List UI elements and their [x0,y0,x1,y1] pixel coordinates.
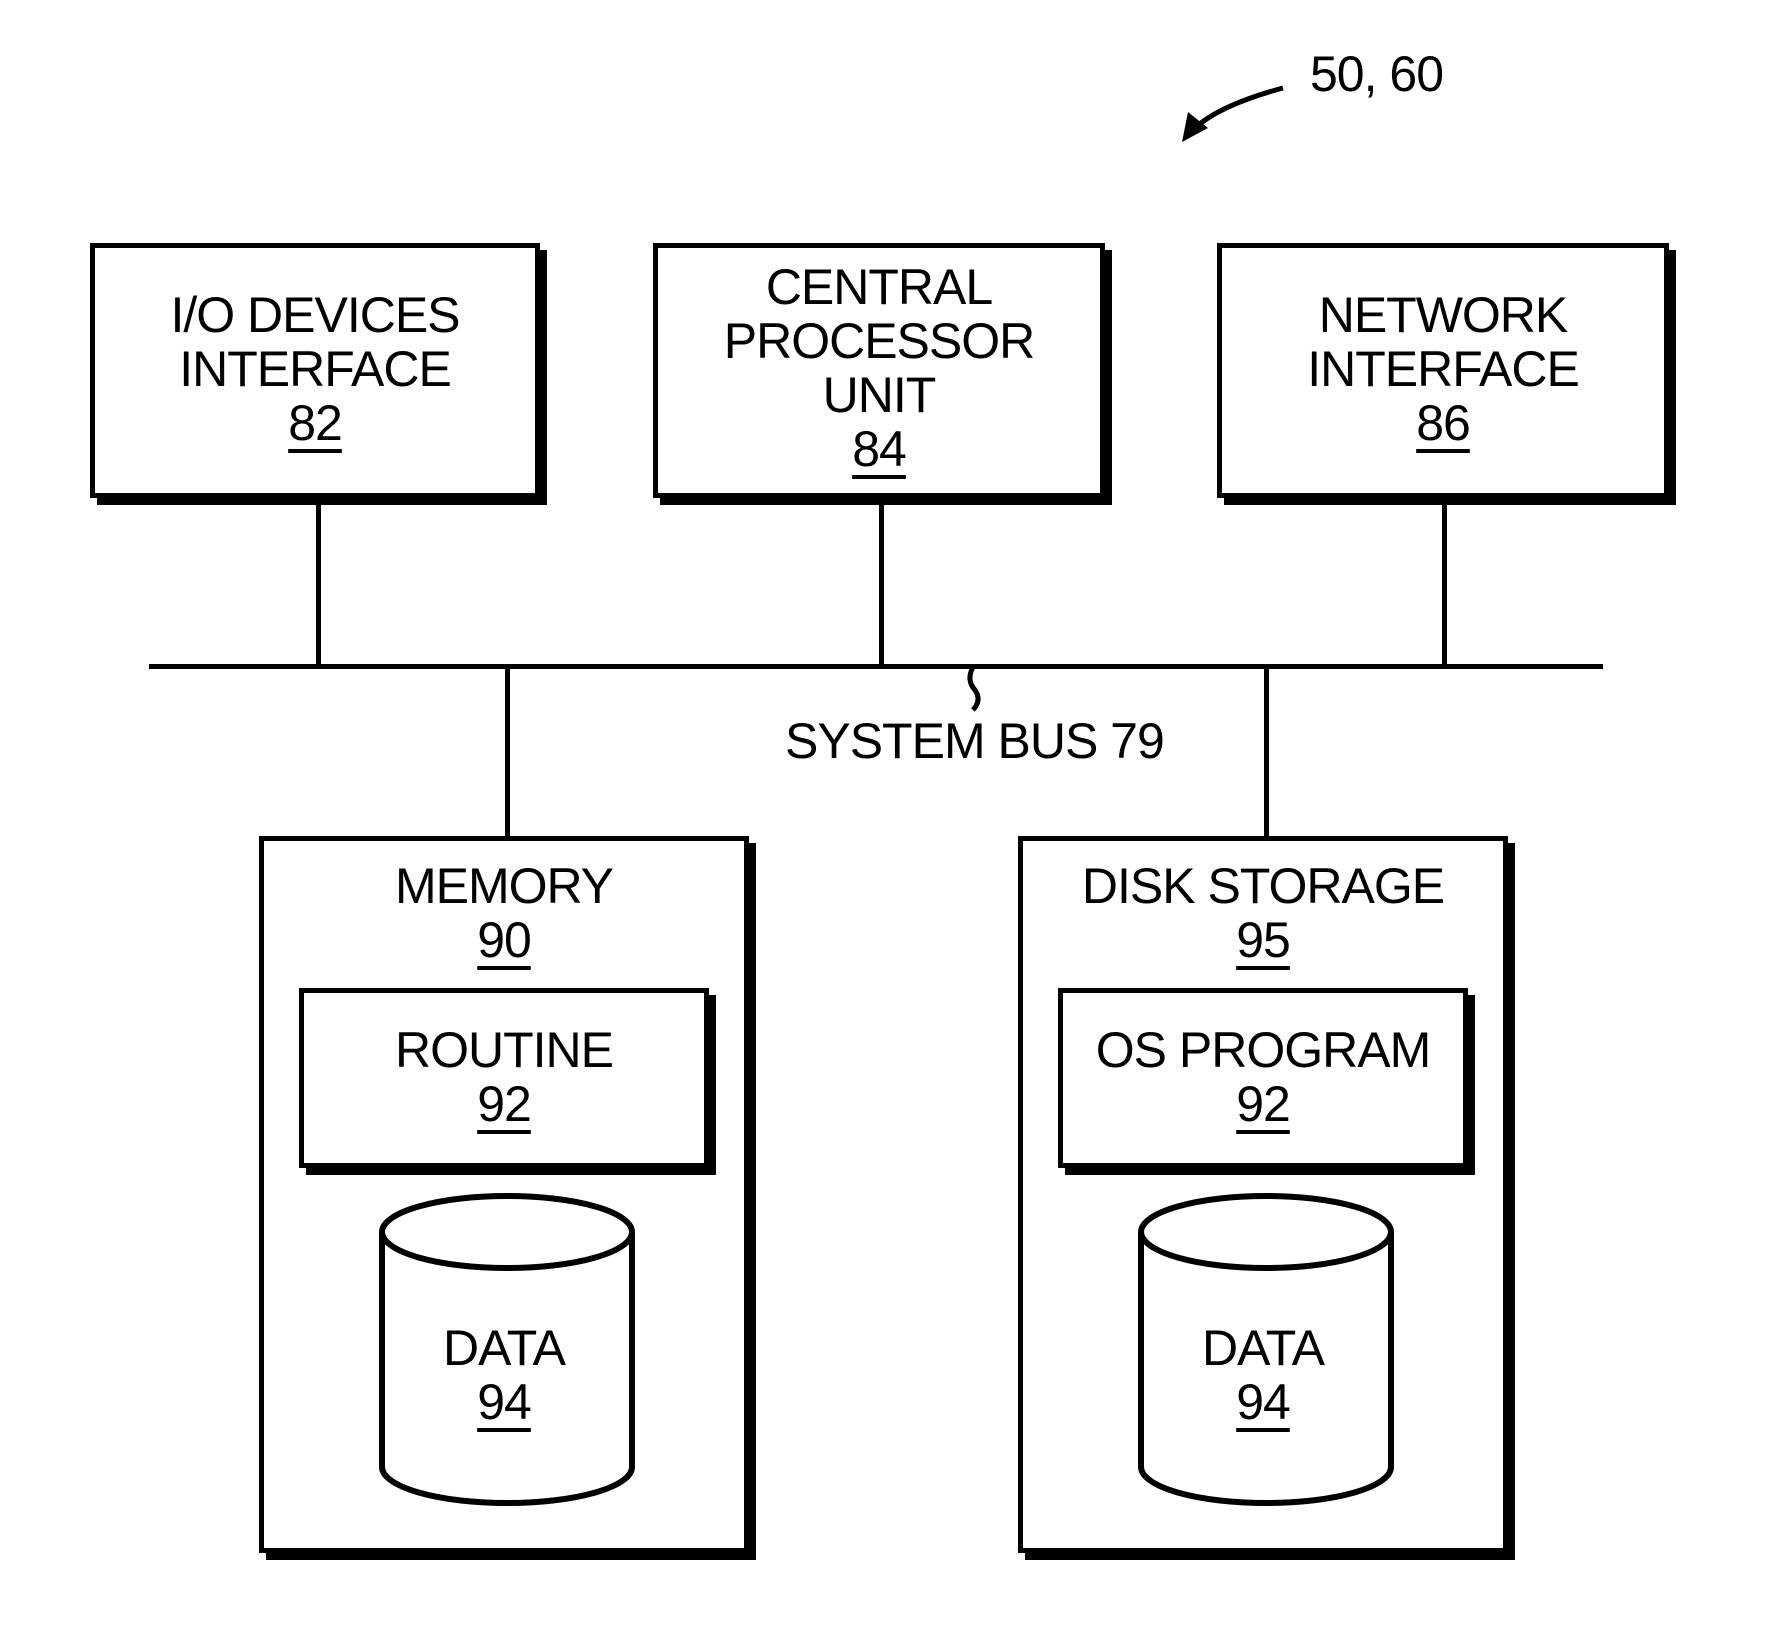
disk-bus-connector [1264,667,1269,840]
disk-data-label: DATA [1202,1320,1325,1376]
disk-storage-box: DISK STORAGE 95 OS PROGRAM 92 DATA 94 [1018,836,1508,1553]
memory-box: MEMORY 90 ROUTINE 92 DATA 94 [259,836,749,1553]
disk-data-ref: 94 [1236,1374,1291,1430]
memory-data-ref: 94 [477,1374,532,1430]
memory-data-cylinder-icon [379,1193,635,1506]
system-bus-label: SYSTEM BUS 79 [785,713,1165,769]
memory-data-label: DATA [443,1320,566,1376]
disk-data-cylinder-icon [1138,1193,1394,1506]
memory-bus-connector [505,667,510,840]
